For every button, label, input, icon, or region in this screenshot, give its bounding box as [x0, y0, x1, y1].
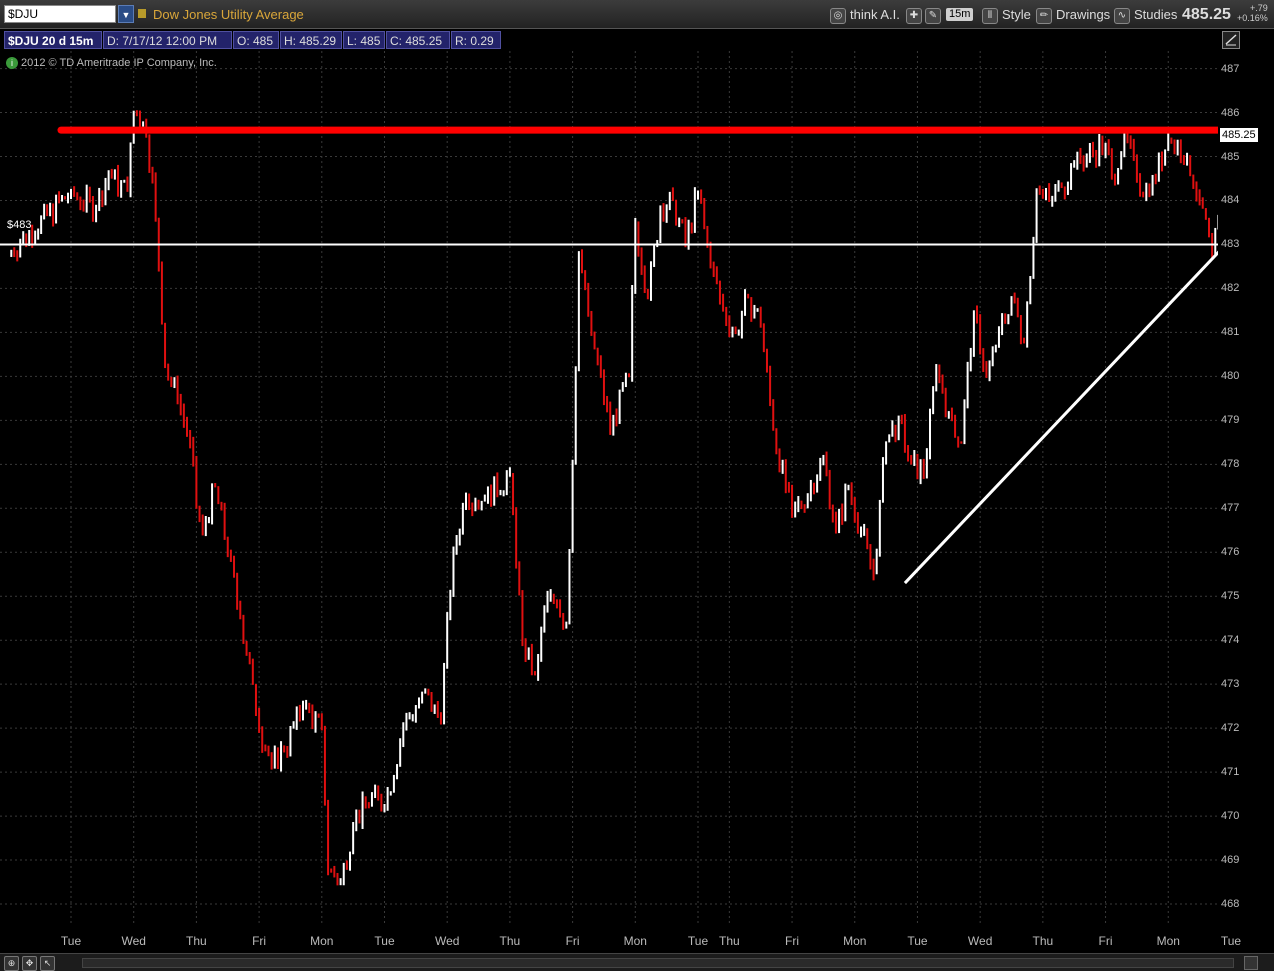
level-label: $483	[7, 219, 32, 231]
studies-icon: ∿	[1114, 7, 1130, 24]
link-icon[interactable]	[138, 9, 146, 18]
x-tick-label: Mon	[843, 934, 867, 948]
studies-label: Studies	[1134, 7, 1178, 22]
info-high: H: 485.29	[280, 31, 342, 49]
x-tick-label: Thu	[719, 934, 740, 948]
scroll-right-button[interactable]	[1244, 956, 1258, 970]
y-tick-label: 471	[1221, 766, 1240, 779]
y-tick-label: 473	[1221, 678, 1240, 691]
net-change-percent: +0.16%	[1237, 13, 1268, 23]
drawings-button[interactable]: ✏ Drawings	[1036, 6, 1110, 24]
y-tick-label: 479	[1221, 414, 1240, 427]
bar-info: $DJU 20 d 15m D: 7/17/12 12:00 PM O: 485…	[0, 29, 1274, 51]
y-tick-label: 481	[1221, 326, 1240, 339]
y-tick-label: 470	[1221, 810, 1240, 823]
symbol-input[interactable]	[4, 5, 116, 23]
crosshair-button[interactable]: ✚	[906, 6, 926, 24]
info-low: L: 485	[343, 31, 385, 49]
x-tick-label: Tue	[374, 934, 395, 948]
cursor-icon[interactable]: ↖	[40, 956, 55, 971]
drawings-label: Drawings	[1056, 7, 1111, 22]
collapse-button[interactable]	[1222, 31, 1240, 49]
horizontal-scrollbar[interactable]	[82, 958, 1234, 968]
think-ai-label: think A.I.	[850, 7, 900, 22]
trendline	[903, 250, 1218, 585]
think-ai-icon: ◎	[830, 7, 846, 24]
x-tick-label: Wed	[434, 934, 460, 948]
info-close: C: 485.25	[386, 31, 450, 49]
x-tick-label: Mon	[1156, 934, 1180, 948]
info-open: O: 485	[233, 31, 279, 49]
last-price-label: 485.25	[1220, 128, 1258, 142]
copyright-text: 2012 © TD Ameritrade IP Company, Inc.	[21, 57, 217, 69]
y-tick-label: 477	[1221, 502, 1240, 515]
y-tick-label: 485	[1221, 150, 1240, 163]
x-tick-label: Thu	[1032, 934, 1054, 948]
pan-icon[interactable]: ✥	[22, 956, 37, 971]
pencil-icon: ✏	[1036, 7, 1052, 24]
period-button[interactable]: 15m	[946, 8, 974, 21]
y-tick-label: 482	[1221, 282, 1240, 295]
y-tick-label: 483	[1221, 238, 1240, 251]
wrench-icon: ✎	[925, 7, 941, 24]
x-tick-label: Tue	[687, 934, 709, 948]
status-bar: ⊕ ✥ ↖	[0, 953, 1274, 971]
info-range: R: 0.29	[451, 31, 501, 49]
y-tick-label: 469	[1221, 854, 1240, 867]
x-tick-label: Tue	[60, 934, 82, 948]
y-tick-label: 486	[1221, 106, 1240, 119]
style-label: Style	[1002, 7, 1031, 22]
x-tick-label: Thu	[186, 934, 207, 948]
info-date: D: 7/17/12 12:00 PM	[103, 31, 232, 49]
info-icon: i	[6, 57, 18, 70]
y-tick-label: 472	[1221, 722, 1240, 735]
net-change: +.79 +0.16%	[1237, 3, 1268, 23]
think-ai-button[interactable]: ◎ think A.I.	[830, 6, 900, 24]
x-tick-label: Wed	[121, 934, 146, 948]
net-change-value: +.79	[1250, 3, 1268, 13]
studies-button[interactable]: ∿ Studies	[1114, 6, 1177, 24]
info-symbol-period: $DJU 20 d 15m	[4, 31, 102, 49]
price-chart[interactable]	[0, 51, 1218, 926]
price-axis[interactable]: 487 486 485 484 483 482 481 480 479 478 477 476 475 4…	[1218, 51, 1274, 926]
y-tick-label: 475	[1221, 590, 1240, 603]
zoom-icon[interactable]: ⊕	[4, 956, 19, 971]
x-tick-label: Tue	[907, 934, 928, 948]
crosshair-icon: ✚	[906, 7, 922, 24]
x-tick-label: Tue	[1220, 934, 1242, 948]
x-tick-label: Wed	[967, 934, 993, 948]
y-tick-label: 480	[1221, 370, 1240, 383]
x-tick-label: Fri	[1098, 934, 1113, 948]
x-tick-label: Mon	[310, 934, 334, 948]
x-tick-label: Fri	[785, 934, 800, 948]
x-tick-label: Mon	[623, 934, 647, 948]
x-tick-label: Fri	[565, 934, 580, 948]
collapse-icon	[1225, 34, 1237, 46]
y-tick-label: 478	[1221, 458, 1240, 471]
y-tick-label: 468	[1221, 898, 1240, 910]
candles-icon: ⫴	[982, 7, 998, 24]
last-price: 485.25	[1182, 6, 1231, 23]
x-tick-label: Fri	[252, 934, 267, 948]
symbol-dropdown-button[interactable]: ▼	[118, 5, 134, 23]
x-tick-label: Thu	[499, 934, 521, 948]
instrument-name: Dow Jones Utility Average	[153, 7, 304, 22]
y-tick-label: 476	[1221, 546, 1240, 559]
y-tick-label: 487	[1221, 62, 1240, 75]
toolbar: ▼ Dow Jones Utility Average ◎think A.I. …	[0, 0, 1274, 29]
wrench-button[interactable]: ✎	[925, 6, 945, 24]
copyright-notice: i 2012 © TD Ameritrade IP Company, Inc.	[6, 57, 217, 70]
y-tick-label: 474	[1221, 634, 1240, 647]
style-button[interactable]: ⫴ Style	[982, 6, 1031, 24]
y-tick-label: 484	[1221, 194, 1240, 207]
